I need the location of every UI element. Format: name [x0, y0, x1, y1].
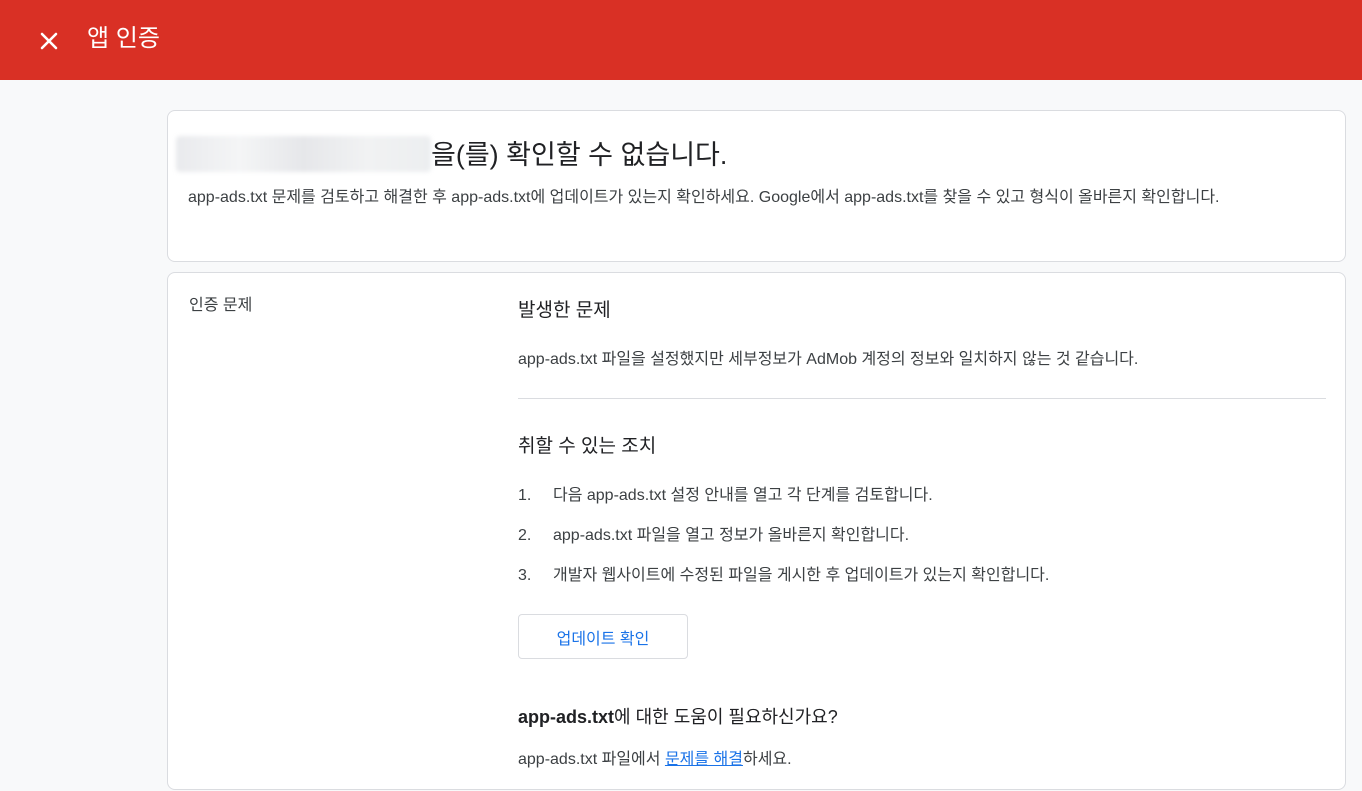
help-heading-rest: 에 대한 도움이 필요하신가요?: [614, 707, 838, 727]
help-heading: app-ads.txt에 대한 도움이 필요하신가요?: [518, 703, 838, 729]
close-button[interactable]: [30, 22, 68, 60]
page-title: 앱 인증: [87, 25, 160, 52]
app-header: 앱 인증: [0, 0, 1362, 80]
help-text: app-ads.txt 파일에서 문제를 해결하세요.: [518, 745, 792, 769]
check-update-button[interactable]: 업데이트 확인: [518, 614, 688, 659]
issue-text: app-ads.txt 파일을 설정했지만 세부정보가 AdMob 계정의 정보…: [518, 351, 1139, 368]
help-text-prefix: app-ads.txt 파일에서: [518, 751, 665, 768]
issue-card: 인증 문제 발생한 문제 app-ads.txt 파일을 설정했지만 세부정보가…: [167, 272, 1346, 790]
action-steps: 1. 다음 app-ads.txt 설정 안내를 열고 각 단계를 검토합니다. …: [518, 481, 1049, 601]
step-text: app-ads.txt 파일을 열고 정보가 올바른지 확인합니다.: [553, 527, 910, 544]
verification-headline: 을(를) 확인할 수 없습니다.: [176, 135, 727, 175]
step-number: 1.: [518, 487, 532, 504]
help-heading-bold: app-ads.txt: [518, 707, 615, 727]
section-label: 인증 문제: [189, 297, 253, 314]
redacted-app-name: [176, 136, 431, 172]
headline-text: 을(를) 확인할 수 없습니다.: [431, 140, 728, 170]
help-text-suffix: 하세요.: [742, 751, 792, 768]
step-text: 다음 app-ads.txt 설정 안내를 열고 각 단계를 검토합니다.: [553, 487, 933, 504]
divider: [518, 398, 1326, 399]
troubleshoot-link[interactable]: 문제를 해결: [665, 751, 743, 768]
summary-card: 을(를) 확인할 수 없습니다. app-ads.txt 문제를 검토하고 해결…: [167, 110, 1346, 262]
summary-description: app-ads.txt 문제를 검토하고 해결한 후 app-ads.txt에 …: [188, 189, 1220, 206]
list-item: 1. 다음 app-ads.txt 설정 안내를 열고 각 단계를 검토합니다.: [518, 481, 1049, 521]
list-item: 2. app-ads.txt 파일을 열고 정보가 올바른지 확인합니다.: [518, 521, 1049, 561]
step-number: 3.: [518, 567, 532, 584]
list-item: 3. 개발자 웹사이트에 수정된 파일을 게시한 후 업데이트가 있는지 확인합니…: [518, 561, 1049, 601]
actions-heading: 취할 수 있는 조치: [518, 436, 657, 457]
step-text: 개발자 웹사이트에 수정된 파일을 게시한 후 업데이트가 있는지 확인합니다.: [553, 567, 1050, 584]
step-number: 2.: [518, 527, 532, 544]
close-icon: [40, 32, 58, 50]
issue-heading: 발생한 문제: [518, 300, 611, 321]
